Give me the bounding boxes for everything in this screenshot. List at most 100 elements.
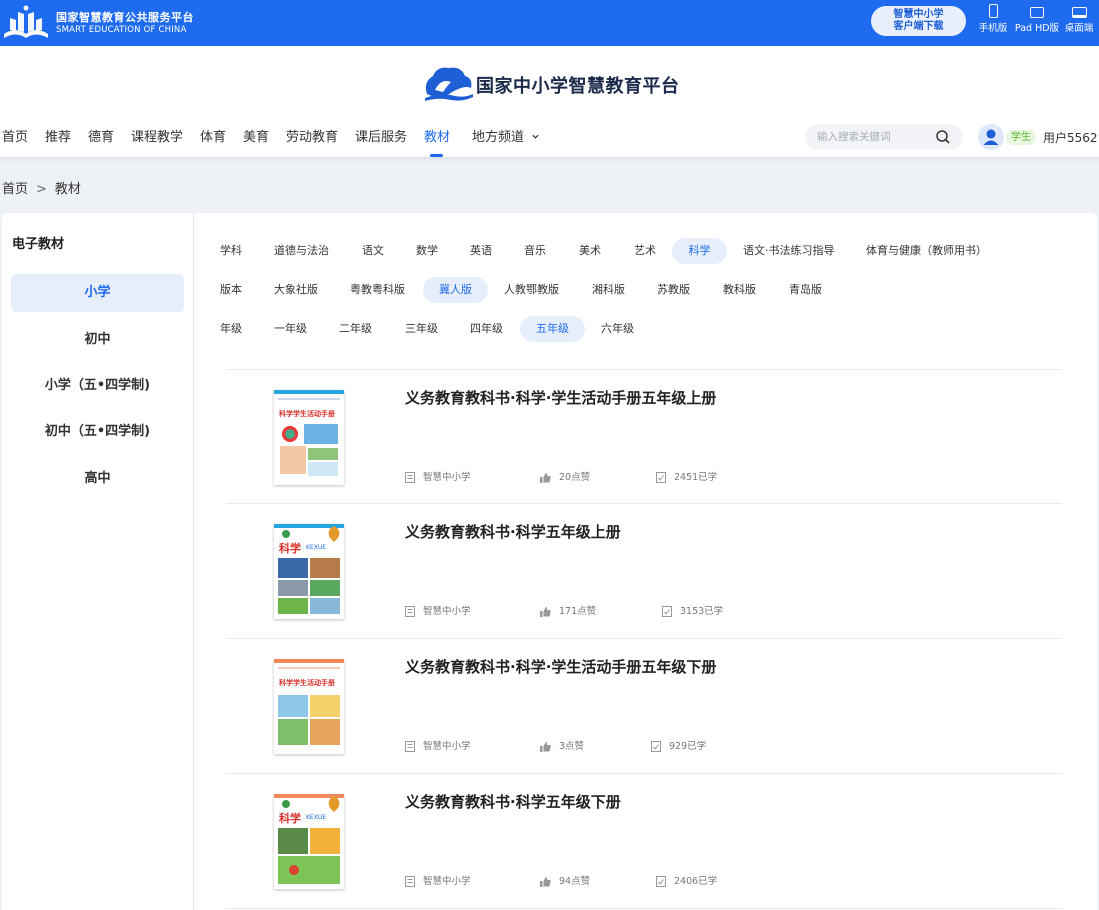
nav-item-courses[interactable]: 课程教学 xyxy=(131,126,183,145)
subject-option[interactable]: 英语 xyxy=(470,238,492,264)
textbook-title[interactable]: 义务教育教科书·科学·学生活动手册五年级下册 xyxy=(405,656,716,677)
sidebar-item-senior[interactable]: 高中 xyxy=(11,460,184,498)
textbook-likes: 94点赞 xyxy=(540,873,590,887)
site-brand[interactable]: 国家中小学智慧教育平台 xyxy=(421,62,691,106)
sidebar-item-primary[interactable]: 小学 xyxy=(11,274,184,312)
breadcrumb-home[interactable]: 首页 xyxy=(2,182,28,197)
edition-option[interactable]: 人教鄂教版 xyxy=(504,277,559,303)
subject-option-selected[interactable]: 科学 xyxy=(672,238,727,264)
breadcrumb-separator: > xyxy=(36,182,47,197)
textbook-item[interactable]: 科学 KEXUE 义务教育教科书·科学五年级下册 智慧中小学 94点赞 2406… xyxy=(226,773,1062,908)
stage-sidebar: 电子教材 小学 初中 小学（五•四学制) 初中（五•四学制) 高中 xyxy=(2,213,193,910)
grade-option[interactable]: 二年级 xyxy=(339,316,372,342)
textbook-publisher: 智慧中小学 xyxy=(405,469,471,483)
subject-option[interactable]: 音乐 xyxy=(524,238,546,264)
search-icon[interactable] xyxy=(935,129,951,145)
textbook-publisher: 智慧中小学 xyxy=(405,873,471,887)
edition-option[interactable]: 教科版 xyxy=(723,277,756,303)
subject-option[interactable]: 美术 xyxy=(579,238,601,264)
textbook-publisher: 智慧中小学 xyxy=(405,738,471,752)
textbook-likes: 3点赞 xyxy=(540,738,584,752)
thumbs-up-icon xyxy=(540,876,551,887)
textbook-publisher: 智慧中小学 xyxy=(405,603,471,617)
textbook-studies-count: 929已学 xyxy=(669,741,707,752)
nav-item-afterschool[interactable]: 课后服务 xyxy=(355,126,407,145)
subject-option[interactable]: 语文 xyxy=(362,238,384,264)
device-phone-link[interactable]: 手机版 xyxy=(978,4,1008,34)
subject-option[interactable]: 道德与法治 xyxy=(274,238,329,264)
textbook-cover[interactable]: 科学 KEXUE xyxy=(274,794,344,889)
nav-item-moral[interactable]: 德育 xyxy=(88,126,114,145)
subject-option[interactable]: 数学 xyxy=(416,238,438,264)
edition-option-selected[interactable]: 冀人版 xyxy=(423,277,488,303)
device-desktop-label: 桌面端 xyxy=(1064,23,1094,34)
grade-option-selected[interactable]: 五年级 xyxy=(520,316,585,342)
textbook-studies: 2406已学 xyxy=(656,873,717,887)
username[interactable]: 用户5562 xyxy=(1043,129,1098,146)
edition-option[interactable]: 粤教粤科版 xyxy=(350,277,405,303)
textbook-title[interactable]: 义务教育教科书·科学五年级下册 xyxy=(405,791,621,812)
sidebar-item-junior-54[interactable]: 初中（五•四学制) xyxy=(11,413,184,451)
sidebar-item-primary-54[interactable]: 小学（五•四学制) xyxy=(11,367,184,405)
grade-option[interactable]: 六年级 xyxy=(601,316,634,342)
textbook-likes-count: 20点赞 xyxy=(559,472,591,483)
textbook-likes-count: 94点赞 xyxy=(559,876,591,887)
textbook-studies-count: 2451已学 xyxy=(674,472,718,483)
search-input[interactable] xyxy=(815,128,930,146)
sidebar-item-junior[interactable]: 初中 xyxy=(11,321,184,359)
textbook-title[interactable]: 义务教育教科书·科学五年级上册 xyxy=(405,521,621,542)
textbook-studies-count: 2406已学 xyxy=(674,876,718,887)
download-line1: 智慧中小学 xyxy=(893,9,944,20)
avatar[interactable] xyxy=(978,124,1004,150)
grade-option[interactable]: 四年级 xyxy=(470,316,503,342)
edition-option[interactable]: 湘科版 xyxy=(592,277,625,303)
chevron-down-icon xyxy=(532,134,539,139)
textbook-studies: 929已学 xyxy=(651,738,706,752)
publisher-icon xyxy=(405,606,415,617)
nav-item-sports[interactable]: 体育 xyxy=(200,126,226,145)
device-phone-label: 手机版 xyxy=(978,23,1008,34)
textbook-likes-count: 3点赞 xyxy=(559,741,585,752)
edition-filter-label: 版本 xyxy=(220,283,242,296)
edition-option[interactable]: 大象社版 xyxy=(274,277,318,303)
subject-option[interactable]: 体育与健康（教师用书） xyxy=(866,238,987,264)
subject-option[interactable]: 艺术 xyxy=(634,238,656,264)
nav-item-local[interactable]: 地方频道 xyxy=(472,126,540,145)
textbook-cover[interactable]: 科学学生活动手册 xyxy=(274,390,344,485)
device-tablet-link[interactable]: Pad HD版 xyxy=(1013,4,1061,34)
nav-item-labor[interactable]: 劳动教育 xyxy=(286,126,338,145)
thumbs-up-icon xyxy=(540,472,551,483)
nav-item-local-label: 地方频道 xyxy=(472,130,525,145)
brand-logo-icon xyxy=(425,67,473,101)
nav-item-arts[interactable]: 美育 xyxy=(243,126,269,145)
textbook-studies: 3153已学 xyxy=(662,603,723,617)
grade-option[interactable]: 三年级 xyxy=(405,316,438,342)
textbook-title[interactable]: 义务教育教科书·科学·学生活动手册五年级上册 xyxy=(405,387,716,408)
textbook-cover[interactable]: 科学 KEXUE xyxy=(274,524,344,619)
textbook-item[interactable]: 科学学生活动手册 义务教育教科书·科学·学生活动手册五年级下册 智慧中小学 3点… xyxy=(226,638,1062,773)
study-record-icon xyxy=(662,606,672,617)
platform-logo-icon xyxy=(4,5,48,38)
grade-option[interactable]: 一年级 xyxy=(274,316,307,342)
nav-item-textbooks[interactable]: 教材 xyxy=(424,126,450,145)
breadcrumb-current: 教材 xyxy=(54,182,81,197)
platform-name-cn: 国家智慧教育公共服务平台 xyxy=(56,11,194,24)
textbook-cover[interactable]: 科学学生活动手册 xyxy=(274,659,344,754)
textbook-likes-count: 171点赞 xyxy=(559,606,597,617)
platform-name-en: SMART EDUCATION OF CHINA xyxy=(56,25,187,35)
study-record-icon xyxy=(656,472,666,483)
nav-item-home[interactable]: 首页 xyxy=(2,126,28,145)
textbook-item[interactable]: 科学学生活动手册 义务教育教科书·科学·学生活动手册五年级上册 智慧中小学 20… xyxy=(226,369,1062,504)
client-download-button[interactable]: 智慧中小学 客户端下载 xyxy=(871,6,966,36)
edition-option[interactable]: 青岛版 xyxy=(789,277,822,303)
nav-item-recommend[interactable]: 推荐 xyxy=(45,126,71,145)
device-desktop-link[interactable]: 桌面端 xyxy=(1063,4,1095,34)
edition-option[interactable]: 苏教版 xyxy=(657,277,690,303)
cover-title-en: KEXUE xyxy=(306,814,326,821)
textbook-item[interactable]: 科学 KEXUE 义务教育教科书·科学五年级上册 智慧中小学 171点赞 315… xyxy=(226,503,1062,638)
textbook-likes: 20点赞 xyxy=(540,469,590,483)
textbook-likes: 171点赞 xyxy=(540,603,596,617)
grade-filter-label: 年级 xyxy=(220,322,242,335)
subject-option[interactable]: 语文·书法练习指导 xyxy=(743,238,835,264)
thumbs-up-icon xyxy=(540,741,551,752)
